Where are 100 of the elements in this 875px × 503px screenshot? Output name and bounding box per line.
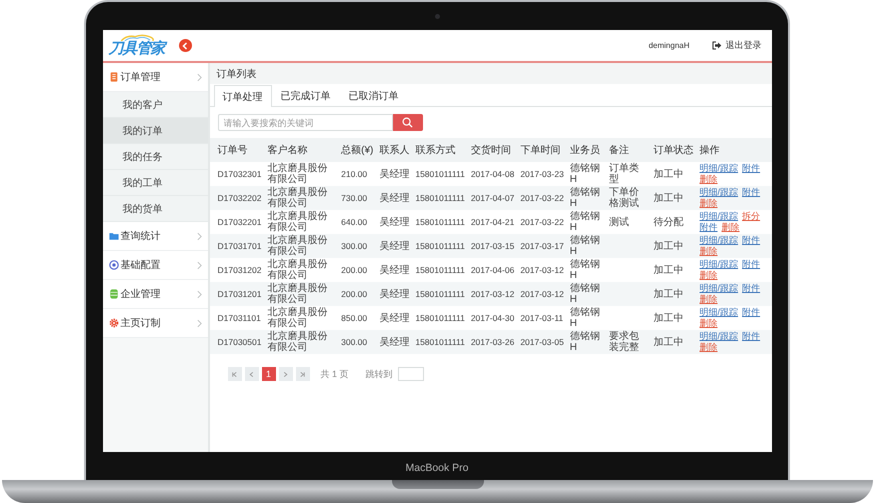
table-cell: D17032201 [218, 216, 262, 226]
action-link[interactable]: 明细/跟踪 [700, 211, 738, 222]
action-link[interactable]: 删除 [700, 270, 718, 281]
action-link[interactable]: 明细/跟踪 [700, 259, 738, 270]
action-link[interactable]: 拆分 [742, 211, 760, 222]
search-field[interactable]: 请输入要搜索的关键词 [218, 114, 392, 131]
last-page-button[interactable] [296, 367, 310, 381]
table-cell: 15801011111 [415, 240, 465, 250]
action-link[interactable]: 明细/跟踪 [700, 283, 738, 294]
table-cell: 15801011111 [415, 192, 465, 202]
camera-icon [435, 14, 440, 19]
skip-icon [299, 370, 306, 378]
previous-page-button[interactable] [244, 367, 258, 381]
table-cell: 2017-04-08 [470, 168, 514, 178]
action-link[interactable]: 明细/跟踪 [700, 307, 738, 318]
action-link[interactable]: 删除 [700, 246, 718, 257]
action-link[interactable]: 删除 [700, 294, 718, 305]
table-cell: 2017-03-26 [470, 336, 514, 346]
table-cell: 吴经理 [379, 168, 410, 180]
table-cell: 待分配 [654, 216, 684, 228]
action-link[interactable]: 删除 [700, 318, 718, 329]
logout-icon [712, 41, 722, 50]
settings-icon [108, 318, 118, 328]
table-cell: 2017-03-22 [520, 216, 564, 226]
table-cell: 2017-03-22 [520, 192, 564, 202]
action-link[interactable]: 删除 [700, 198, 718, 209]
table-cell: 2017-03-12 [520, 288, 564, 298]
action-link[interactable]: 删除 [700, 342, 718, 353]
table-cell: 吴经理 [379, 264, 410, 276]
column-header: 业务员 [566, 138, 606, 162]
column-header: 订单状态 [650, 138, 697, 162]
action-link[interactable]: 附件 [742, 187, 760, 198]
sidebar-item[interactable]: 我的工单 [102, 170, 208, 196]
sidebar-group[interactable]: 企业管理 [102, 280, 208, 309]
column-header: 联系人 [376, 138, 412, 162]
table-cell: 15801011111 [415, 168, 465, 178]
table-cell: 15801011111 [415, 288, 465, 298]
table-cell: 下单价格测试 [609, 187, 640, 209]
action-link[interactable]: 附件 [742, 331, 760, 342]
action-link[interactable]: 附件 [742, 235, 760, 246]
column-header: 联系方式 [412, 138, 468, 162]
action-link[interactable]: 附件 [742, 283, 760, 294]
table-cell: 北京磨具股份有限公司 [267, 307, 328, 329]
action-link[interactable]: 删除 [722, 222, 740, 233]
tab[interactable]: 已完成订单 [272, 85, 340, 106]
action-link[interactable]: 附件 [742, 163, 760, 174]
tab[interactable]: 已取消订单 [340, 85, 408, 106]
table-cell: 2017-04-07 [470, 192, 514, 202]
table-cell: 15801011111 [415, 216, 465, 226]
sidebar-group[interactable]: 查询统计 [102, 222, 208, 251]
table-cell: 吴经理 [379, 216, 410, 228]
first-page-button[interactable] [228, 367, 242, 381]
table-cell: 2017-03-15 [470, 240, 514, 250]
page-button[interactable]: 1 [262, 367, 276, 381]
table-cell: D17031701 [218, 240, 262, 250]
action-link[interactable]: 附件 [700, 222, 718, 233]
table-cell: 加工中 [654, 264, 684, 276]
search-icon [402, 117, 413, 128]
action-link[interactable]: 明细/跟踪 [700, 187, 738, 198]
sidebar-group[interactable]: 订单管理 [102, 63, 208, 92]
collapse-button[interactable] [178, 39, 192, 52]
tab[interactable]: 订单处理 [214, 85, 272, 107]
table-cell: 15801011111 [415, 336, 465, 346]
column-header: 下单时间 [517, 138, 567, 162]
table-cell: 德铭钢H [570, 163, 600, 185]
table-cell: 吴经理 [379, 192, 410, 204]
action-link[interactable]: 附件 [742, 307, 760, 318]
logout-link[interactable]: 退出登录 [712, 39, 762, 52]
next-page-button[interactable] [278, 367, 292, 381]
sidebar-item[interactable]: 我的货单 [102, 196, 208, 222]
chevron-right-icon [196, 290, 202, 298]
action-link[interactable]: 明细/跟踪 [700, 235, 738, 246]
table-cell: 测试 [609, 216, 630, 228]
action-link[interactable]: 明细/跟踪 [700, 163, 738, 174]
table-cell: 640.00 [341, 216, 368, 226]
action-link[interactable]: 删除 [700, 174, 718, 185]
table-cell: 北京磨具股份有限公司 [267, 211, 328, 233]
sidebar-group[interactable]: 基础配置 [102, 251, 208, 280]
sidebar-item[interactable]: 我的客户 [102, 92, 208, 118]
sidebar-item[interactable]: 我的订单 [102, 118, 208, 144]
sidebar-item[interactable]: 我的任务 [102, 144, 208, 170]
device-label: MacBook Pro [405, 462, 469, 474]
table-cell: D17030501 [218, 336, 262, 346]
table-cell: 德铭钢H [570, 235, 600, 257]
table-cell: 德铭钢H [570, 211, 600, 233]
sidebar-group[interactable]: 主页订制 [102, 309, 208, 338]
table-cell: 加工中 [654, 288, 684, 300]
page-input[interactable] [398, 367, 424, 381]
search-button[interactable] [392, 114, 422, 131]
table-cell: 2017-04-30 [470, 312, 514, 322]
table-cell: 加工中 [654, 168, 684, 180]
document-icon [108, 72, 118, 82]
table-cell: 德铭钢H [570, 187, 600, 209]
table-cell: 200.00 [341, 288, 368, 298]
column-header: 订单号 [210, 138, 264, 162]
folder-icon [108, 231, 118, 241]
column-header: 总额(¥) [338, 138, 376, 162]
table-cell: D17032301 [218, 168, 262, 178]
action-link[interactable]: 明细/跟踪 [700, 331, 738, 342]
action-link[interactable]: 附件 [742, 259, 760, 270]
